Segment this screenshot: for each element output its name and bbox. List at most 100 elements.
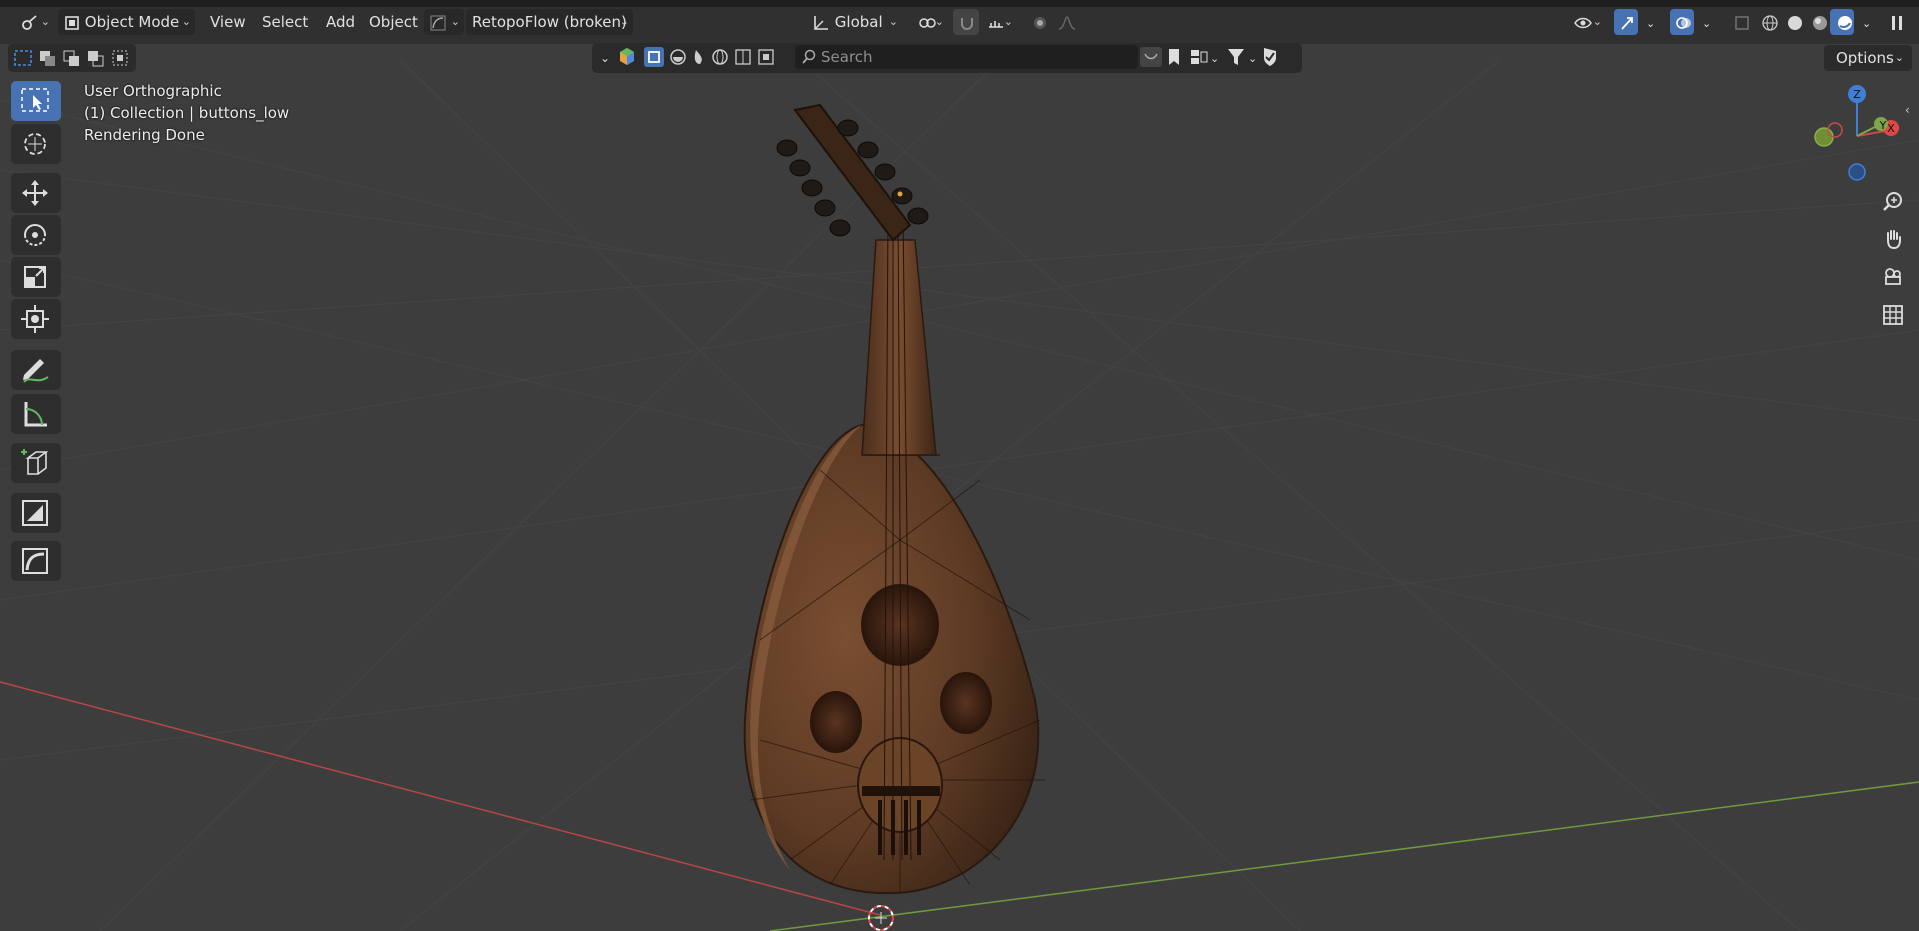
render-status-label: Rendering Done [84, 126, 205, 144]
object-mode-icon [65, 15, 79, 30]
orientation-icon [814, 15, 828, 30]
menu-add[interactable]: Add [320, 9, 361, 35]
cursor-icon [24, 133, 46, 155]
3d-viewport[interactable] [0, 0, 1919, 931]
pause-button[interactable] [1884, 9, 1910, 35]
transform-orientation-dropdown[interactable]: Global ⌄ [806, 9, 902, 35]
tool-annotate[interactable] [11, 350, 61, 390]
viewport-header: ⌄ Object Mode ⌄ View Select Add Object ⌄… [0, 0, 1919, 44]
gizmo-y-label: Y [1879, 119, 1887, 132]
tool-transform[interactable] [11, 299, 61, 339]
sidebar-toggle[interactable]: ‹ [1905, 100, 1919, 120]
options-label: Options [1836, 49, 1894, 67]
shading-solid[interactable] [1780, 9, 1804, 35]
solid-sphere-icon [1788, 15, 1802, 30]
top-strip [0, 0, 1919, 7]
tool-move[interactable] [11, 173, 61, 213]
svg-text:⌄: ⌄ [1210, 52, 1219, 65]
selection-mode-group [8, 44, 136, 72]
measure-icon [24, 402, 47, 427]
transform-icon [21, 305, 49, 333]
camera-view-button[interactable] [1876, 260, 1910, 294]
options-dropdown[interactable]: Options ⌄ [1824, 45, 1912, 71]
view-name-label: User Orthographic [84, 82, 222, 100]
menu-select[interactable]: Select [256, 9, 314, 35]
tool-retopo-2[interactable] [11, 541, 61, 581]
gizmo-x-label: X [1887, 122, 1895, 135]
grid-icon [1883, 305, 1903, 325]
overlays-icon [1676, 16, 1691, 29]
magnet-icon [961, 17, 973, 30]
chevron-down-icon: ⌄ [40, 15, 50, 28]
xray-icon [1735, 15, 1749, 30]
search-icon [802, 49, 816, 64]
gizmo-toggle[interactable] [1614, 9, 1638, 35]
pivot-point-button[interactable]: ⌄ [912, 9, 948, 35]
xray-toggle[interactable] [1728, 9, 1750, 35]
retopoflow-label: RetopoFlow (broken) [472, 13, 627, 31]
chevron-down-icon: ⌄ [450, 15, 460, 28]
menu-object[interactable]: Object [363, 9, 424, 35]
chevron-down-icon: ⌄ [934, 15, 944, 28]
annotate-pencil-icon [23, 359, 49, 383]
navigation-gizmo[interactable]: Z X Y [1805, 82, 1915, 192]
tool-select-box[interactable] [11, 81, 61, 121]
object-type-filter-icons[interactable] [618, 46, 788, 68]
proportional-edit-icon [1034, 16, 1046, 29]
camera-icon [1885, 268, 1901, 285]
retopoflow-menu[interactable]: RetopoFlow (broken) ⌄ [466, 9, 633, 35]
shading-dropdown[interactable]: ⌄ [1856, 9, 1874, 35]
scale-icon [24, 266, 46, 288]
move-icon [22, 180, 48, 206]
tool-rotate[interactable] [11, 215, 61, 255]
chevron-down-icon: ⌄ [1862, 17, 1872, 30]
select-box-icon [21, 88, 49, 112]
proportional-edit-toggle[interactable] [1027, 9, 1049, 35]
rendered-sphere-icon [1838, 15, 1852, 30]
rotate-icon [24, 224, 46, 246]
overlays-toggle[interactable] [1670, 9, 1694, 35]
shading-wireframe[interactable] [1755, 9, 1779, 35]
chevron-down-icon: ⌄ [1702, 17, 1712, 30]
filter-extra-icons[interactable]: ⌄ ⌄ [1140, 46, 1290, 68]
menu-view[interactable]: View [204, 9, 252, 35]
overlays-dropdown[interactable]: ⌄ [1696, 9, 1714, 35]
falloff-icon [1058, 15, 1076, 30]
selection-mode-icons [14, 50, 128, 67]
tool-retopo-1[interactable] [11, 493, 61, 533]
visibility-dropdown[interactable]: ⌄ [1568, 9, 1606, 35]
retopoflow-icon-button[interactable]: ⌄ [424, 9, 464, 35]
chevron-down-icon: ⌄ [1592, 15, 1602, 28]
gizmo-z-label: Z [1853, 88, 1861, 101]
zoom-button[interactable] [1876, 184, 1910, 218]
tool-measure[interactable] [11, 394, 61, 434]
snap-target-dropdown[interactable]: ⌄ [981, 9, 1017, 35]
gizmo-dropdown[interactable]: ⌄ [1640, 9, 1658, 35]
material-sphere-icon [1813, 15, 1827, 30]
add-cube-icon [21, 449, 49, 475]
zoom-icon [1883, 192, 1902, 211]
chevron-down-icon: ⌄ [1646, 17, 1656, 30]
chevron-down-icon: ⌄ [1894, 51, 1904, 64]
viewport-scene [0, 59, 1919, 931]
shading-rendered[interactable] [1830, 9, 1854, 35]
search-input[interactable]: Search [795, 45, 1138, 69]
pan-button[interactable] [1876, 222, 1910, 256]
falloff-dropdown[interactable] [1052, 9, 1086, 35]
shading-material[interactable] [1805, 9, 1829, 35]
gizmo-icon [1621, 16, 1633, 30]
tool-add-cube[interactable] [11, 443, 61, 483]
chevron-down-icon: ⌄ [181, 15, 191, 28]
collapse-chevron-icon[interactable]: ⌄ [600, 48, 610, 66]
orientation-label: Global [834, 13, 883, 31]
tool-scale[interactable] [11, 257, 61, 297]
mode-dropdown[interactable]: Object Mode ⌄ [58, 9, 195, 35]
search-placeholder: Search [821, 48, 873, 66]
snap-increment-icon [989, 20, 1003, 28]
snap-toggle[interactable] [953, 9, 979, 35]
retopo-square-icon [22, 500, 48, 526]
editor-type-button[interactable]: ⌄ [14, 9, 54, 35]
tool-cursor[interactable] [11, 124, 61, 164]
ortho-toggle-button[interactable] [1876, 298, 1910, 332]
svg-text:⌄: ⌄ [1248, 52, 1257, 65]
